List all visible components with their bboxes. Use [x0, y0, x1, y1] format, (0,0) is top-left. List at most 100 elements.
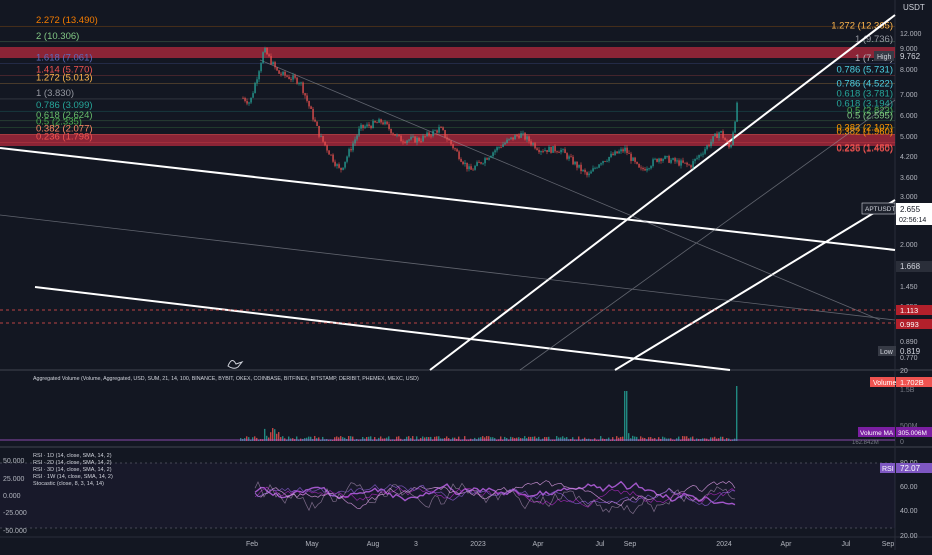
- candle-body: [632, 157, 634, 161]
- candle-body: [666, 155, 668, 157]
- rsi-tick-left-2: 0.000: [3, 493, 21, 500]
- chart-window[interactable]: 2.272 (13.490) 2 (10.306) 1.618 (7.061) 1.4…: [0, 0, 932, 550]
- candle-body: [486, 158, 488, 160]
- candle-body: [646, 168, 648, 171]
- time-tick-3: 3: [414, 541, 418, 548]
- volume-bar: [612, 437, 614, 441]
- rsi-tick-left-3: -25.000: [3, 510, 27, 517]
- candle-body: [316, 121, 318, 126]
- volume-bar: [484, 437, 486, 441]
- candle-body: [678, 160, 680, 166]
- candle-body: [306, 95, 308, 101]
- candle-body: [408, 139, 410, 141]
- text-marker-icon[interactable]: [227, 360, 244, 369]
- rsi-tick-right-3: 20.00: [900, 533, 918, 540]
- volume-bar: [306, 437, 308, 441]
- candle-body: [538, 149, 540, 153]
- candle-body: [564, 149, 566, 154]
- volume-bar: [410, 438, 412, 441]
- candle-body: [714, 133, 716, 137]
- volume-bar: [280, 437, 282, 441]
- volume-axis: 1.5B 500M 0: [900, 387, 918, 446]
- rsi-legend-item-2[interactable]: RSI · 3D (14, close, SMA, 14, 2): [33, 467, 112, 473]
- candle-body: [634, 157, 636, 162]
- rsi-legend-item-4[interactable]: Stocastic (close, 8, 3, 14, 14): [33, 481, 104, 487]
- candle-body: [582, 169, 584, 172]
- candle-body: [542, 151, 544, 152]
- candle-body: [424, 135, 426, 137]
- volume-bar: [720, 436, 722, 441]
- candle-body: [456, 149, 458, 152]
- fib-label-left-10: 0.236 (1.798): [36, 132, 93, 143]
- volume-ma-badge: Volume MA 305.006M 162.842M: [852, 427, 932, 446]
- candle-body: [428, 132, 430, 136]
- fib-label-right-1: 1 (9.736): [855, 34, 893, 45]
- price-tick-12: 1.450: [900, 284, 918, 291]
- candle-body: [376, 122, 378, 124]
- candle-body: [656, 158, 658, 162]
- candle-body: [308, 100, 310, 107]
- candle-body: [652, 159, 654, 167]
- fib-label-right-3: 0.786 (5.731): [836, 65, 893, 76]
- rsi-legend-item-3[interactable]: RSI · 1W (14, close, SMA, 14, 2): [33, 474, 113, 480]
- descending-channel-lower[interactable]: [34, 286, 731, 371]
- candle-body: [374, 120, 376, 123]
- high-badge-label: High: [877, 54, 892, 61]
- fib-label-left-4: 1.272 (5.013): [36, 72, 93, 83]
- rsi-legend-item-1[interactable]: RSI · 2D (14, close, SMA, 14, 2): [33, 460, 112, 466]
- candle-body: [452, 144, 454, 149]
- candle-body: [352, 143, 354, 151]
- candle-body: [436, 130, 438, 133]
- volume-bar: [368, 436, 370, 441]
- resistance-zone-upper[interactable]: [0, 47, 895, 58]
- volume-bar: [528, 436, 530, 441]
- volume-bar: [342, 437, 344, 441]
- volume-bar: [248, 437, 250, 441]
- time-tick-9: Apr: [781, 541, 793, 548]
- fib-label-right-0: 1.272 (12.365): [831, 20, 893, 31]
- fib-label-right-8: 0.5 (2.595): [847, 110, 893, 121]
- candle-body: [670, 159, 672, 163]
- chart-svg[interactable]: 2.272 (13.490) 2 (10.306) 1.618 (7.061) 1.4…: [0, 0, 932, 550]
- candle-body: [426, 132, 428, 137]
- candle-body: [720, 131, 722, 133]
- rsi-legend-item-0[interactable]: RSI · 1D (14, close, SMA, 14, 2): [33, 453, 112, 459]
- candle-body: [654, 158, 656, 160]
- descending-channel-upper[interactable]: [0, 147, 896, 251]
- volume-bar: [518, 437, 520, 441]
- candle-body: [388, 124, 390, 129]
- volume-bar: [454, 437, 456, 441]
- rsi-tick-left-0: 50.000: [3, 458, 25, 465]
- volume-bar: [420, 437, 422, 441]
- candle-body: [330, 154, 332, 156]
- volume-bar: [444, 437, 446, 441]
- candle-body: [430, 135, 432, 137]
- price-candles: [242, 46, 738, 178]
- candle-body: [478, 162, 480, 163]
- candle-body: [704, 149, 706, 154]
- volume-bar: [386, 437, 388, 441]
- candle-body: [658, 158, 660, 162]
- candle-body: [422, 135, 424, 142]
- candle-body: [476, 162, 478, 166]
- volume-bar: [244, 438, 246, 441]
- candle-body: [530, 141, 532, 145]
- candle-body: [498, 146, 500, 148]
- candle-body: [414, 136, 416, 143]
- volume-bar: [504, 436, 506, 441]
- ascending-channel-upper[interactable]: [429, 14, 896, 371]
- volume-bar: [434, 436, 436, 441]
- candle-body: [510, 137, 512, 139]
- candle-body: [480, 162, 482, 164]
- price-tick-2: 8.000: [900, 67, 918, 74]
- fib-label-left-5: 1 (3.830): [36, 88, 74, 99]
- ascending-channel-lower[interactable]: [614, 199, 896, 371]
- candle-body: [474, 165, 476, 170]
- candle-body: [546, 150, 548, 152]
- candle-body: [300, 82, 302, 84]
- resistance-zone-lower[interactable]: [0, 134, 895, 146]
- fib-label-left-0: 2.272 (13.490): [36, 15, 98, 26]
- time-tick-0: Feb: [246, 541, 258, 548]
- candle-body: [404, 142, 406, 143]
- volume-indicator-title[interactable]: Aggregated Volume (Volume, Aggregated, U…: [33, 376, 419, 382]
